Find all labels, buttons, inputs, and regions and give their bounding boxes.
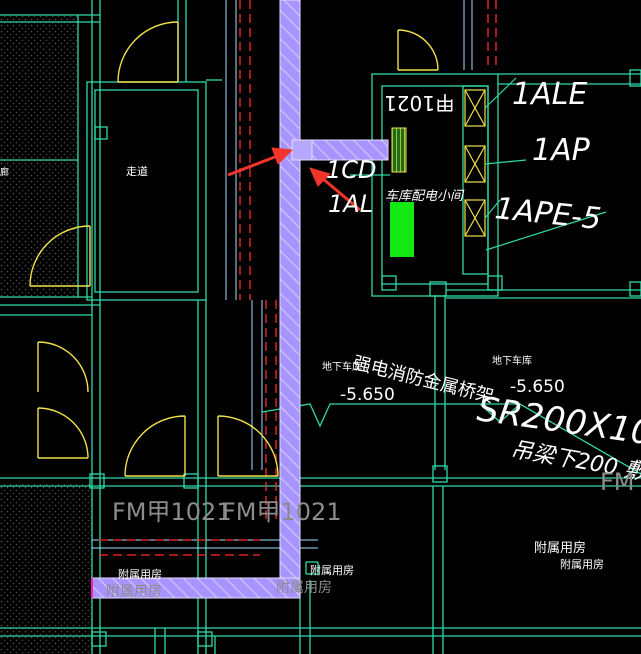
fire-door-right: FM甲1021 xyxy=(222,498,342,526)
panel-tag-1ape5: 1APE-5 xyxy=(493,191,603,237)
aux-room-label-ghost: 附属用房 xyxy=(106,584,162,600)
aux-room-label-2: 附属用房 xyxy=(310,563,354,577)
panel-1cd-box xyxy=(391,127,407,173)
corridor-label: 走道 xyxy=(126,164,148,178)
panel-1ale-box xyxy=(464,89,486,127)
fire-door-left: FM甲1021 xyxy=(112,498,232,526)
elevation-left: -5.650 xyxy=(340,385,395,405)
aux-room-label-4: 附属用房 xyxy=(560,557,604,571)
panel-tag-1ap: 1AP xyxy=(532,133,591,168)
aux-room-label-1: 附属用房 xyxy=(118,567,162,581)
panel-1ap-box xyxy=(464,145,486,183)
corridor-fragment: 廊 xyxy=(0,166,9,178)
panel-1al-green-block xyxy=(390,202,414,257)
garage-label-right: 地下车库 xyxy=(492,354,532,367)
panel-room-label: 车库配电小间 xyxy=(385,189,465,204)
cad-drawing: 走道 廊 甲1021 车库配电小间 1ALE 1AP 1APE-5 1CD 1A… xyxy=(0,0,641,654)
aux-room-label-5: 附属用房 xyxy=(276,580,332,596)
room-code-rotated: 甲1021 xyxy=(384,91,455,115)
cad-svg: 走道 廊 甲1021 车库配电小间 1ALE 1AP 1APE-5 1CD 1A… xyxy=(0,0,641,654)
panel-tag-1al: 1AL xyxy=(328,190,373,218)
panel-tag-1cd: 1CD xyxy=(326,156,377,184)
door-arcs xyxy=(29,21,439,477)
aux-room-label-3: 附属用房 xyxy=(534,540,586,556)
panel-tag-1ale: 1ALE xyxy=(512,77,587,112)
fire-door-edge: FM xyxy=(600,468,635,496)
panel-1ape5-box xyxy=(464,199,486,237)
